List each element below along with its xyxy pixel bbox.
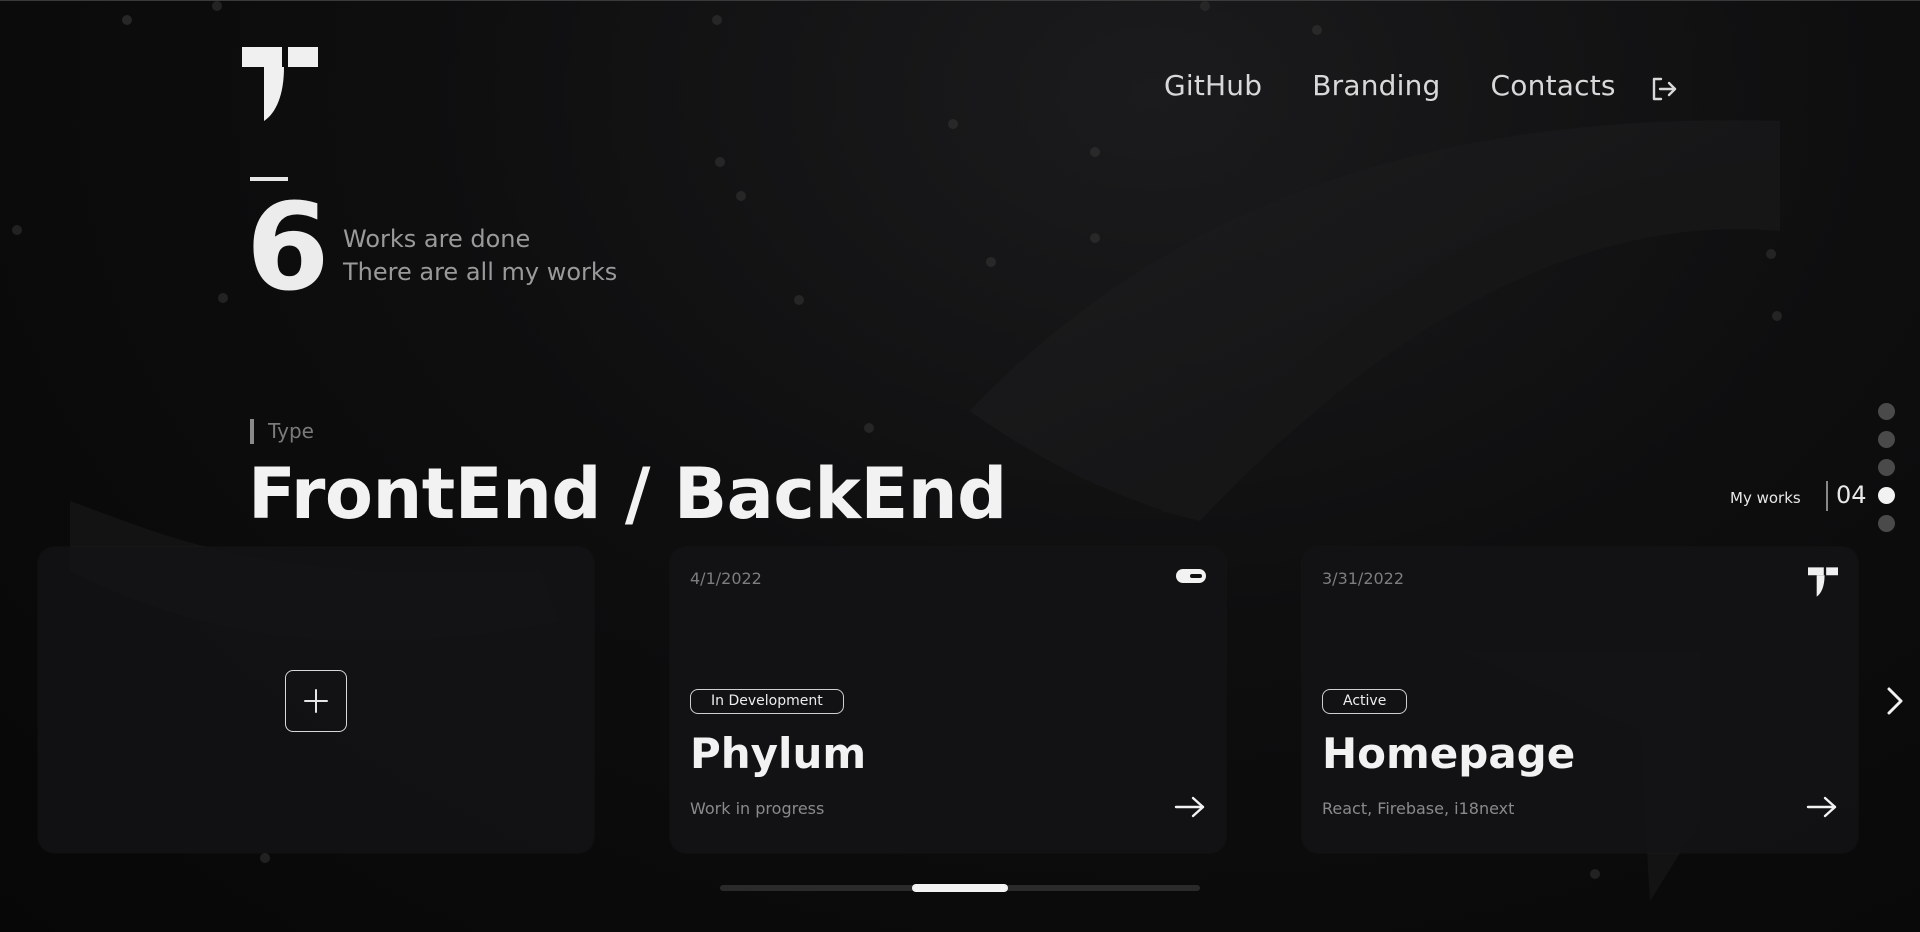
section-dot-3[interactable] xyxy=(1878,459,1895,476)
nav-link-branding[interactable]: Branding xyxy=(1312,69,1440,102)
brand-logo-icon[interactable] xyxy=(242,47,318,121)
work-card-date: 4/1/2022 xyxy=(690,569,762,588)
background-dot xyxy=(1090,233,1100,243)
work-card-description: Work in progress xyxy=(690,799,825,818)
background-dot xyxy=(948,119,958,129)
arrow-right-icon[interactable] xyxy=(1806,795,1838,819)
background-dot xyxy=(122,15,132,25)
works-caption-line1: Works are done xyxy=(343,225,531,253)
work-card-title: Homepage xyxy=(1322,729,1576,778)
status-badge: Active xyxy=(1322,689,1408,714)
background-dot xyxy=(1772,311,1782,321)
works-caption-line2: There are all my works xyxy=(343,258,618,286)
background-dot xyxy=(1090,147,1100,157)
work-card-date: 3/31/2022 xyxy=(1322,569,1405,588)
section-dot-5[interactable] xyxy=(1878,515,1895,532)
section-dot-4[interactable] xyxy=(1878,487,1895,504)
background-dot xyxy=(986,257,996,267)
chevron-right-icon[interactable] xyxy=(1884,685,1906,717)
section-number: 04 xyxy=(1836,481,1867,509)
background-dot xyxy=(1590,869,1600,879)
section-pager xyxy=(1878,403,1895,532)
section-dot-2[interactable] xyxy=(1878,431,1895,448)
background-dot xyxy=(1312,25,1322,35)
type-label: Type xyxy=(268,419,314,443)
logout-icon[interactable] xyxy=(1650,75,1678,103)
background-dot xyxy=(212,1,222,11)
main-nav: GitHub Branding Contacts xyxy=(1164,69,1616,102)
nav-link-github[interactable]: GitHub xyxy=(1164,69,1262,102)
type-title: FrontEnd / BackEnd xyxy=(248,453,1007,535)
t-logo-icon xyxy=(1808,567,1838,597)
pill-toggle-icon xyxy=(1176,569,1206,583)
background-dot xyxy=(260,853,270,863)
work-card-description: React, Firebase, i18next xyxy=(1322,799,1515,818)
background-dot xyxy=(712,15,722,25)
section-label: My works xyxy=(1730,489,1801,507)
work-card-title: Phylum xyxy=(690,729,867,778)
background-dot xyxy=(1200,1,1210,11)
background-dot xyxy=(864,423,874,433)
carousel-scrollbar-thumb[interactable] xyxy=(912,884,1008,892)
works-count: 6 xyxy=(246,179,330,318)
background-dot xyxy=(12,225,22,235)
work-card[interactable]: 4/1/2022 In Development Phylum Work in p… xyxy=(670,547,1226,853)
work-card[interactable]: 3/31/2022 Active Homepage React, Firebas… xyxy=(1302,547,1858,853)
section-dot-1[interactable] xyxy=(1878,403,1895,420)
works-caption: Works are done There are all my works xyxy=(343,223,617,289)
page: GitHub Branding Contacts 6 Works are don… xyxy=(0,0,1920,932)
nav-link-contacts[interactable]: Contacts xyxy=(1491,69,1616,102)
background-dot xyxy=(715,157,725,167)
section-divider xyxy=(1826,481,1828,511)
background-dot xyxy=(218,293,228,303)
add-work-button[interactable] xyxy=(285,670,347,732)
type-accent-bar xyxy=(250,419,254,444)
background-dot xyxy=(1766,249,1776,259)
background-dot xyxy=(736,191,746,201)
plus-icon xyxy=(304,689,328,713)
background-dot xyxy=(794,295,804,305)
status-badge: In Development xyxy=(690,689,844,714)
arrow-right-icon[interactable] xyxy=(1174,795,1206,819)
add-work-card xyxy=(38,547,594,853)
